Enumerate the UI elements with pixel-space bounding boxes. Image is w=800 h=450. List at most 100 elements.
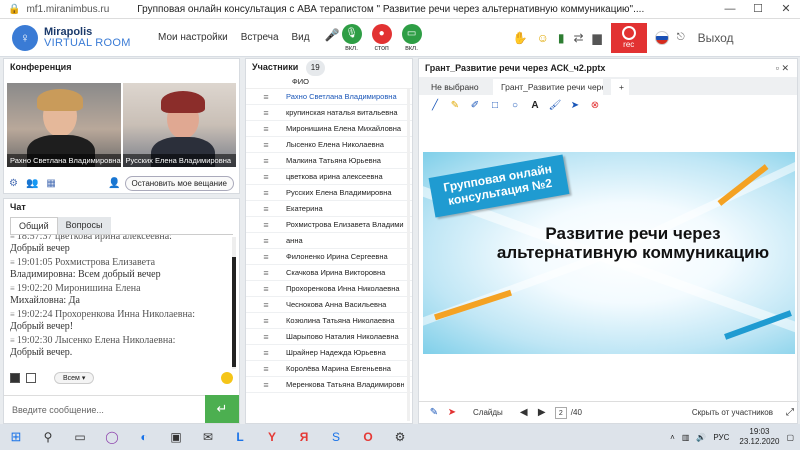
drag-handle-icon[interactable]: ≡: [246, 121, 286, 136]
stop-broadcast-button[interactable]: Остановить мое вещание: [124, 176, 234, 191]
participants-scrollbar[interactable]: [407, 89, 410, 421]
participant-row[interactable]: ≡ Малкина Татьяна Юрьевна: [246, 153, 412, 169]
browser-url[interactable]: mf1.miranimbus.ru: [26, 4, 109, 15]
next-slide-icon[interactable]: ▶: [533, 407, 551, 418]
add-tab-button[interactable]: +: [611, 79, 629, 95]
layout-icon[interactable]: ▦: [46, 178, 55, 189]
users-icon[interactable]: 👥: [26, 178, 38, 189]
task-view-icon[interactable]: ▭: [64, 430, 96, 444]
drag-handle-icon[interactable]: ≡: [246, 201, 286, 216]
menu-meeting[interactable]: Встреча: [241, 32, 279, 43]
brush-icon[interactable]: 🖌: [545, 100, 565, 111]
drag-handle-icon[interactable]: ≡: [246, 105, 286, 120]
background-color-icon[interactable]: [26, 373, 36, 383]
marker-icon[interactable]: ✎: [445, 100, 465, 111]
participant-row[interactable]: ≡ анна: [246, 233, 412, 249]
participant-row[interactable]: ≡ Филоненко Ирина Сергеевна: [246, 249, 412, 265]
drag-handle-icon[interactable]: ≡: [246, 313, 286, 328]
drag-handle-icon[interactable]: ≡: [246, 361, 286, 376]
drag-handle-icon[interactable]: ≡: [246, 185, 286, 200]
participants-column-header[interactable]: ФИО: [246, 75, 412, 89]
close-window-button[interactable]: ✕: [772, 0, 800, 19]
yandex-icon[interactable]: Я: [288, 430, 320, 444]
search-icon[interactable]: ⚲: [32, 430, 64, 444]
drag-handle-icon[interactable]: ≡: [246, 137, 286, 152]
drag-handle-icon[interactable]: ≡: [246, 233, 286, 248]
drag-handle-icon[interactable]: ≡: [246, 329, 286, 344]
clock[interactable]: 19:03 23.12.2020: [739, 427, 779, 447]
participant-row[interactable]: ≡ Екатерина: [246, 201, 412, 217]
participant-row[interactable]: ≡ Рахно Светлана Владимировна: [246, 89, 412, 105]
participant-row[interactable]: ≡Рохмистрова Елизавета Владимировна: [246, 217, 412, 233]
font-color-icon[interactable]: [10, 373, 20, 383]
tab-presentation[interactable]: Грант_Развитие речи через АСК_ч2.pptx: [493, 79, 603, 95]
edge-icon[interactable]: ◐: [128, 430, 160, 444]
participant-row[interactable]: ≡ Королёва Марина Евгеньевна: [246, 361, 412, 377]
close-panel-icon[interactable]: ✕: [781, 63, 789, 73]
participant-row[interactable]: ≡ крупинская наталья витальевна: [246, 105, 412, 121]
send-button[interactable]: ↵: [205, 395, 239, 423]
presentation-slide[interactable]: Групповая онлайн консультация №2 Развити…: [423, 152, 795, 354]
participant-row[interactable]: ≡ Шарыпово Наталия Николаевна: [246, 329, 412, 345]
slides-label[interactable]: Слайды: [473, 408, 503, 417]
line-icon[interactable]: ╱: [425, 100, 445, 111]
menu-view[interactable]: Вид: [292, 32, 310, 43]
participant-row[interactable]: ≡ Прохоренкова Инна Николаевна: [246, 281, 412, 297]
video-tile[interactable]: Рахно Светлана Владимировна: [7, 83, 121, 167]
video-tile[interactable]: Русских Елена Владимировна: [122, 83, 236, 167]
smile-icon[interactable]: [221, 372, 233, 384]
participant-row[interactable]: ≡ Меренкова Татьяна Владимировна: [246, 377, 412, 393]
skype-icon[interactable]: S: [320, 430, 352, 444]
recipient-select[interactable]: Всем ▾: [54, 372, 95, 384]
participant-row[interactable]: ≡ Скачкова Ирина Викторовна: [246, 265, 412, 281]
draw-mode-icon[interactable]: ✎: [425, 407, 443, 418]
drag-handle-icon[interactable]: ≡: [246, 89, 286, 104]
maximize-button[interactable]: ☐: [744, 0, 772, 19]
record-button[interactable]: rec: [610, 22, 647, 53]
drag-handle-icon[interactable]: ≡: [246, 217, 286, 232]
share-icon[interactable]: ⇄: [573, 31, 583, 45]
menu-my-settings[interactable]: Мои настройки: [158, 32, 228, 43]
drag-handle-icon[interactable]: ≡: [246, 377, 286, 392]
drag-handle-icon[interactable]: ≡: [246, 345, 286, 360]
participant-row[interactable]: ≡ цветкова ирина алексеевна: [246, 169, 412, 185]
screen-share-toggle[interactable]: ▭ вкл.: [399, 23, 425, 52]
tab-general[interactable]: Общий: [10, 217, 58, 234]
windows-start-icon[interactable]: ⊞: [0, 429, 32, 445]
tray-up-icon[interactable]: ˄: [670, 433, 675, 442]
drag-handle-icon[interactable]: ≡: [246, 153, 286, 168]
emoji-icon[interactable]: ☺: [537, 31, 549, 45]
exit-button[interactable]: Выход: [698, 31, 734, 45]
volume-icon[interactable]: 🔊: [696, 433, 706, 442]
pen-icon[interactable]: ✐: [465, 100, 485, 111]
pointer-mode-icon[interactable]: ➤: [443, 407, 461, 418]
yandex-browser-icon[interactable]: Y: [256, 430, 288, 444]
language-indicator[interactable]: РУС: [713, 433, 729, 442]
participant-row[interactable]: ≡ Лысенко Елена Николаевна: [246, 137, 412, 153]
hide-from-participants-button[interactable]: Скрыть от участников: [692, 408, 773, 417]
exit-icon[interactable]: ⎋: [677, 32, 685, 43]
participant-row[interactable]: ≡ Козюлина Татьяна Николаевна: [246, 313, 412, 329]
hand-icon[interactable]: ✋: [513, 31, 528, 45]
alice-icon[interactable]: ◯: [96, 430, 128, 444]
participant-row[interactable]: ≡ Чеснокова Анна Васильевна: [246, 297, 412, 313]
participant-row[interactable]: ≡ Шрайнер Надежда Юрьевна: [246, 345, 412, 361]
settings-icon[interactable]: ⚙: [384, 430, 416, 444]
chat-scrollbar[interactable]: [232, 237, 236, 369]
circle-icon[interactable]: ○: [505, 100, 525, 111]
clear-icon[interactable]: ⊗: [585, 100, 605, 111]
tab-questions[interactable]: Вопросы: [57, 217, 111, 234]
folder-icon[interactable]: ▆: [593, 31, 602, 45]
network-icon[interactable]: ▥: [682, 433, 690, 442]
drag-handle-icon[interactable]: ≡: [246, 249, 286, 264]
language-flag-icon[interactable]: [654, 30, 669, 45]
square-icon[interactable]: □: [485, 100, 505, 111]
app-l-icon[interactable]: L: [224, 430, 256, 444]
mail-icon[interactable]: ✉: [192, 430, 224, 444]
drag-handle-icon[interactable]: ≡: [246, 265, 286, 280]
store-icon[interactable]: ▣: [160, 430, 192, 444]
drag-handle-icon[interactable]: ≡: [246, 297, 286, 312]
page-number-input[interactable]: 2: [554, 406, 567, 419]
opera-icon[interactable]: O: [352, 430, 384, 444]
drag-handle-icon[interactable]: ≡: [246, 169, 286, 184]
